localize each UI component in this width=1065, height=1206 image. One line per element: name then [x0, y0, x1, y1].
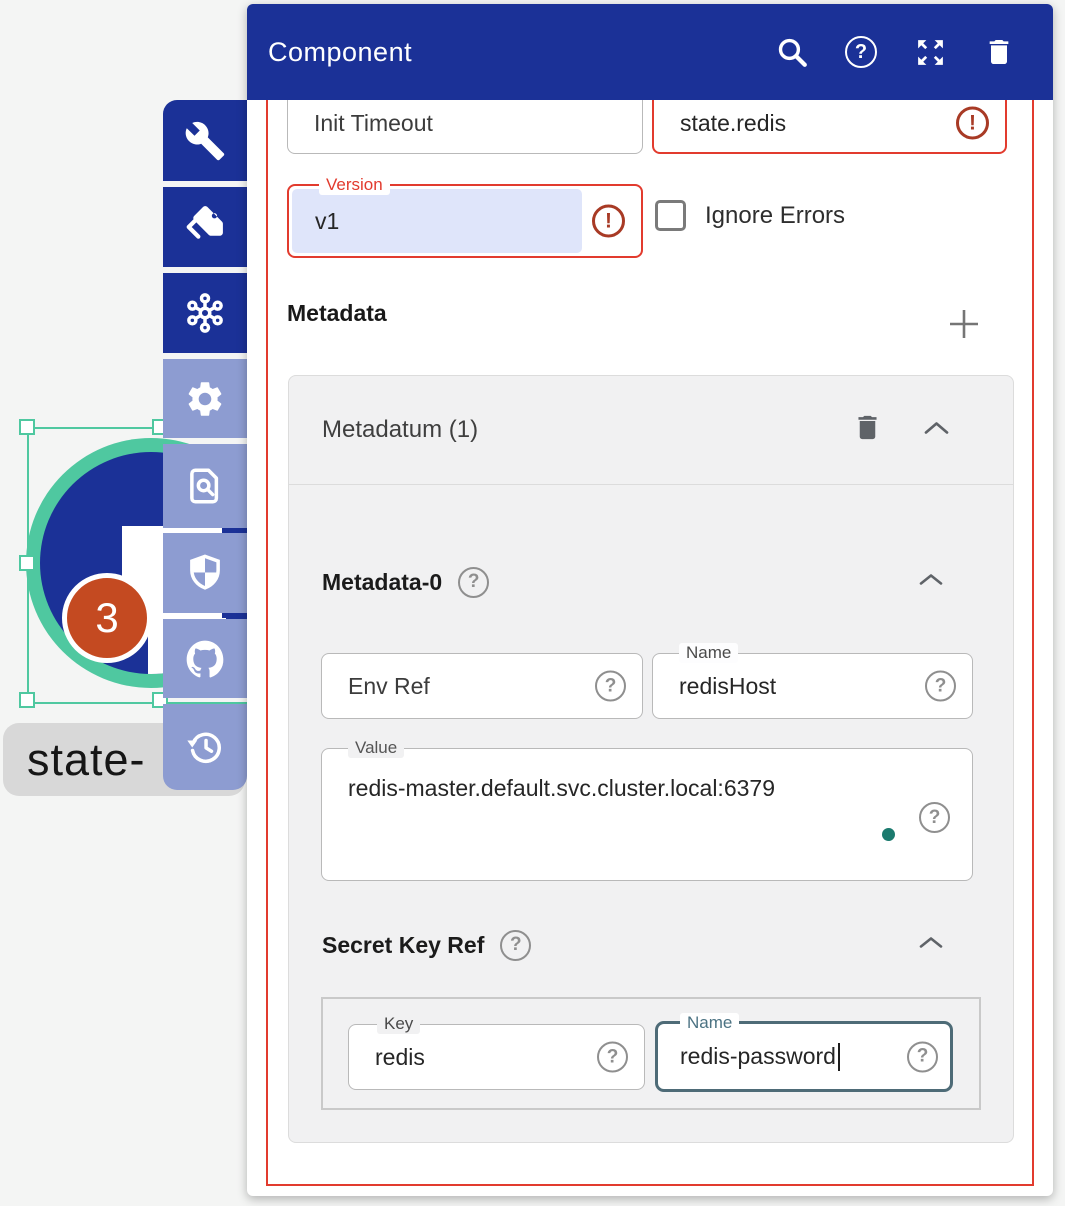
secret-key-ref-group: Key redis ? Name redis-password ?: [321, 997, 981, 1110]
env-ref-input[interactable]: Env Ref ?: [321, 653, 643, 719]
version-input[interactable]: Version v1 !: [287, 184, 643, 258]
sidebar-item-tags[interactable]: [163, 187, 247, 267]
component-type-input[interactable]: state.redis !: [652, 100, 1007, 154]
metadatum-card-header[interactable]: Metadatum (1): [289, 376, 1013, 485]
component-properties-panel: Component ? Init Timeout state.redis ! V…: [247, 4, 1053, 1196]
help-icon[interactable]: ?: [500, 930, 531, 961]
add-metadata-icon[interactable]: [946, 306, 982, 342]
ignore-errors-label: Ignore Errors: [705, 200, 845, 231]
panel-body: Init Timeout state.redis ! Version v1 ! …: [247, 100, 1053, 1196]
metadatum-title: Metadatum (1): [322, 416, 478, 444]
collapse-secret-key-ref-icon[interactable]: [918, 935, 944, 955]
help-icon[interactable]: ?: [919, 802, 950, 833]
help-icon[interactable]: ?: [925, 671, 956, 702]
resize-indicator-dot: [882, 828, 895, 841]
github-icon: [183, 637, 227, 681]
delete-icon[interactable]: [982, 35, 1016, 69]
delete-metadatum-icon[interactable]: [852, 412, 883, 448]
panel-title: Component: [268, 37, 412, 68]
node-error-badge: 3: [62, 573, 152, 663]
version-label: Version: [319, 175, 390, 195]
fullscreen-icon[interactable]: [913, 35, 947, 69]
sidebar-item-hub[interactable]: [163, 273, 247, 353]
sidebar-item-build[interactable]: [163, 100, 247, 181]
sidebar-item-settings[interactable]: [163, 359, 247, 438]
badge-count: 3: [95, 594, 118, 642]
metadata-name-input[interactable]: Name redisHost ?: [652, 653, 973, 719]
collapse-metadatum-icon[interactable]: [923, 420, 950, 441]
sidebar-item-history[interactable]: [163, 704, 247, 790]
hub-network-icon: [183, 291, 227, 335]
init-timeout-input[interactable]: Init Timeout: [287, 100, 643, 154]
name-label: Name: [679, 643, 738, 663]
sidebar-item-inspect[interactable]: [163, 444, 247, 528]
metadata-heading: Metadata: [287, 300, 387, 327]
ignore-errors-checkbox[interactable]: [655, 200, 686, 231]
tag-icon: [184, 206, 226, 248]
shield-icon: [184, 552, 226, 594]
sidebar-item-security[interactable]: [163, 533, 247, 613]
selection-handle[interactable]: [19, 419, 35, 435]
help-icon[interactable]: ?: [597, 1042, 628, 1073]
gear-icon: [184, 378, 226, 420]
history-icon: [184, 726, 226, 768]
help-icon[interactable]: ?: [595, 671, 626, 702]
value-label: Value: [348, 738, 404, 758]
panel-header: Component ?: [247, 4, 1053, 100]
sidebar-item-github[interactable]: [163, 619, 247, 698]
name-label: Name: [680, 1013, 739, 1033]
metadata-value-input[interactable]: Value redis-master.default.svc.cluster.l…: [321, 748, 973, 881]
selection-handle[interactable]: [19, 692, 35, 708]
search-icon[interactable]: [775, 35, 809, 69]
secret-key-input[interactable]: Key redis ?: [348, 1024, 645, 1090]
metadata0-heading: Metadata-0: [322, 569, 442, 596]
error-icon: !: [956, 107, 989, 140]
secret-key-ref-section-header: Secret Key Ref ?: [322, 925, 967, 965]
metadata0-section-header: Metadata-0 ?: [322, 562, 967, 602]
selection-handle[interactable]: [19, 555, 35, 571]
document-search-icon: [184, 465, 226, 507]
text-cursor: [838, 1043, 841, 1071]
help-icon[interactable]: ?: [844, 35, 878, 69]
secret-name-input[interactable]: Name redis-password ?: [655, 1021, 953, 1092]
error-icon: !: [592, 205, 625, 238]
help-icon[interactable]: ?: [458, 567, 489, 598]
wrench-icon: [184, 120, 226, 162]
collapse-metadata0-icon[interactable]: [918, 572, 944, 592]
key-label: Key: [377, 1014, 420, 1034]
help-icon[interactable]: ?: [907, 1041, 938, 1072]
secret-key-ref-heading: Secret Key Ref: [322, 932, 484, 959]
metadatum-card: Metadatum (1) Metadata-0 ? Env Ref ? Nam…: [288, 375, 1014, 1143]
